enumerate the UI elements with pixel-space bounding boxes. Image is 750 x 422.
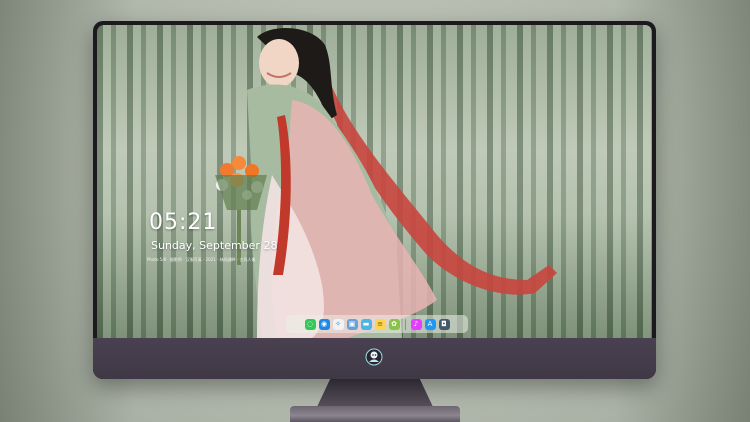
brand-logo-icon — [365, 348, 383, 366]
lock-date: Sunday, September 28 — [151, 239, 278, 252]
monitor: 05:21 Sunday, September 28 Photo 5/8 · 摄… — [93, 21, 656, 379]
finder-icon[interactable]: ◉ — [318, 318, 330, 330]
app-store-icon[interactable]: A — [424, 318, 436, 330]
monitor-stand-neck — [316, 379, 434, 409]
lock-time: 05:21 — [149, 210, 218, 235]
lock-screen: 05:21 Sunday, September 28 Photo 5/8 · 摄… — [97, 25, 652, 338]
messages-icon[interactable]: ◌ — [304, 318, 316, 330]
dock: ◌ ◉ ✧ ▣ ▬ ≡ ✿ ♪ A ◘ — [286, 315, 468, 333]
monitor-chin — [93, 338, 656, 379]
safari-icon[interactable]: ✧ — [332, 318, 344, 330]
notes-icon[interactable]: ≡ — [374, 318, 386, 330]
music-icon[interactable]: ♪ — [410, 318, 422, 330]
camera-icon[interactable]: ◘ — [438, 318, 450, 330]
preview-icon[interactable]: ▣ — [346, 318, 358, 330]
dock-separator — [404, 318, 406, 330]
photos-icon[interactable]: ✿ — [388, 318, 400, 330]
wallpaper-photo — [215, 27, 557, 338]
photo-caption: Photo 5/8 · 摄影师 · 汉服写真 · 2021 · 林间湖畔 · 古… — [147, 257, 256, 262]
folder-icon[interactable]: ▬ — [360, 318, 372, 330]
monitor-stand-base — [290, 406, 460, 422]
